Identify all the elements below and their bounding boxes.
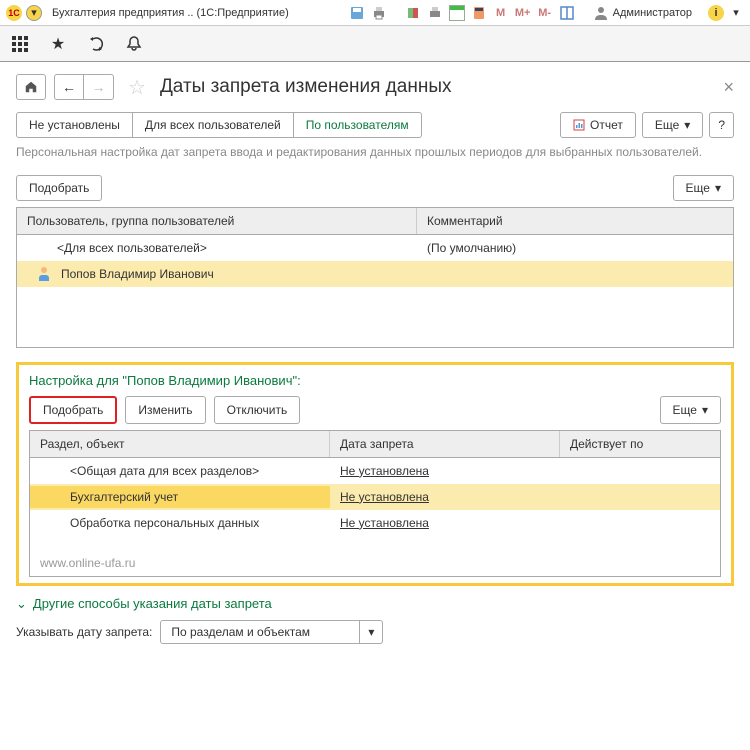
user-settings-panel: Настройка для "Попов Владимир Иванович":… — [16, 362, 734, 586]
mode-tabs: Не установлены Для всех пользователей По… — [16, 112, 734, 138]
expand-label: Другие способы указания даты запрета — [33, 596, 272, 611]
mem-m-icon[interactable]: M — [493, 5, 509, 21]
report-label: Отчет — [590, 118, 623, 132]
tab-by-users[interactable]: По пользователям — [294, 112, 422, 138]
more-button[interactable]: Еще ▾ — [642, 112, 703, 138]
compare-icon[interactable] — [405, 5, 421, 21]
home-button[interactable] — [16, 74, 46, 100]
tab-all-users[interactable]: Для всех пользователей — [133, 112, 294, 138]
info-icon[interactable]: i — [708, 5, 724, 21]
col-section: Раздел, объект — [30, 431, 330, 457]
cell-date[interactable]: Не установлена — [330, 512, 560, 534]
page-title: Даты запрета изменения данных — [160, 76, 452, 98]
disable-button[interactable]: Отключить — [214, 396, 301, 424]
favorite-star-icon[interactable]: ☆ — [128, 75, 146, 100]
table-row[interactable]: <Общая дата для всех разделов> Не устано… — [30, 458, 720, 484]
titlebar: 1С ▾ Бухгалтерия предприятия‎ ‎.. (1С:Пр… — [0, 0, 750, 26]
tab-not-set[interactable]: Не установлены — [16, 112, 133, 138]
back-button[interactable]: ← — [54, 74, 84, 100]
edit-button[interactable]: Изменить — [125, 396, 205, 424]
table-row[interactable]: Обработка персональных данных Не установ… — [30, 510, 720, 536]
select-user-button[interactable]: Подобрать — [16, 175, 102, 201]
select-section-button[interactable]: Подобрать — [29, 396, 117, 424]
cell-all-users: <Для всех пользователей> — [17, 237, 417, 259]
print-icon[interactable] — [371, 5, 387, 21]
cell-section: <Общая дата для всех разделов> — [30, 460, 330, 482]
table-row[interactable]: <Для всех пользователей> (По умолчанию) — [17, 235, 733, 261]
date-mode-select[interactable]: По разделам и объектам ▾ — [160, 620, 383, 644]
users-grid: Пользователь, группа пользователей Комме… — [16, 207, 734, 348]
date-mode-value: По разделам и объектам — [160, 620, 360, 644]
more-label: Еще — [655, 118, 679, 132]
history-icon[interactable] — [86, 34, 106, 54]
apps-icon[interactable] — [10, 34, 30, 54]
save-icon[interactable] — [349, 5, 365, 21]
chevron-down-icon[interactable]: ▾ — [360, 620, 383, 644]
admin-label: Администратор — [613, 7, 692, 19]
col-date: Дата запрета — [330, 431, 560, 457]
more-button-2[interactable]: Еще ▾ — [673, 175, 734, 201]
forward-button: → — [84, 74, 114, 100]
settings-title: Настройка для "Попов Владимир Иванович": — [29, 373, 721, 388]
chevron-down-icon: ⌄ — [16, 596, 27, 612]
panel-icon[interactable] — [559, 5, 575, 21]
watermark: www.online-ufa.ru — [30, 550, 720, 576]
sections-grid: Раздел, объект Дата запрета Действует по… — [29, 430, 721, 577]
print2-icon[interactable] — [427, 5, 443, 21]
date-mode-label: Указывать дату запрета: — [16, 625, 152, 639]
chevron-down-icon: ▾ — [702, 403, 708, 417]
description-text: Персональная настройка дат запрета ввода… — [16, 144, 734, 161]
dropdown-icon[interactable]: ▾ — [26, 5, 42, 21]
app-title: Бухгалтерия предприятия‎ ‎.. (1С:Предпри… — [52, 7, 289, 19]
cell-section: Бухгалтерский учет — [30, 486, 330, 508]
close-button[interactable]: × — [723, 77, 734, 98]
col-valid: Действует по — [560, 431, 720, 457]
cell-date[interactable]: Не установлена — [330, 460, 560, 482]
calculator-icon[interactable] — [471, 5, 487, 21]
cell-date[interactable]: Не установлена — [330, 486, 560, 508]
mem-mminus-icon[interactable]: M- — [537, 5, 553, 21]
col-user: Пользователь, группа пользователей — [17, 208, 417, 234]
table-row-selected[interactable]: Попов Владимир Иванович — [17, 261, 733, 287]
calendar-icon[interactable] — [449, 5, 465, 21]
info-dropdown-icon[interactable]: ▾ — [728, 5, 744, 21]
main-toolbar: ★ — [0, 26, 750, 62]
notifications-icon[interactable] — [124, 34, 144, 54]
page-header: ← → ☆ Даты запрета изменения данных × — [16, 74, 734, 100]
cell-section: Обработка персональных данных — [30, 512, 330, 534]
expand-other-methods[interactable]: ⌄ Другие способы указания даты запрета — [16, 596, 734, 612]
chevron-down-icon: ▾ — [715, 181, 721, 195]
col-comment: Комментарий — [417, 208, 733, 234]
report-button[interactable]: Отчет — [560, 112, 636, 138]
mem-mplus-icon[interactable]: M+ — [515, 5, 531, 21]
help-button[interactable]: ? — [709, 112, 734, 138]
favorites-icon[interactable]: ★ — [48, 34, 68, 54]
cell-user-name: Попов Владимир Иванович — [61, 267, 214, 281]
more-button-3[interactable]: Еще ▾ — [660, 396, 721, 424]
cell-default: (По умолчанию) — [417, 237, 733, 259]
chevron-down-icon: ▾ — [684, 118, 690, 132]
logo-1c-icon: 1С — [6, 5, 22, 21]
user-icon — [593, 5, 609, 21]
person-icon — [37, 267, 51, 281]
table-row-selected[interactable]: Бухгалтерский учет Не установлена — [30, 484, 720, 510]
